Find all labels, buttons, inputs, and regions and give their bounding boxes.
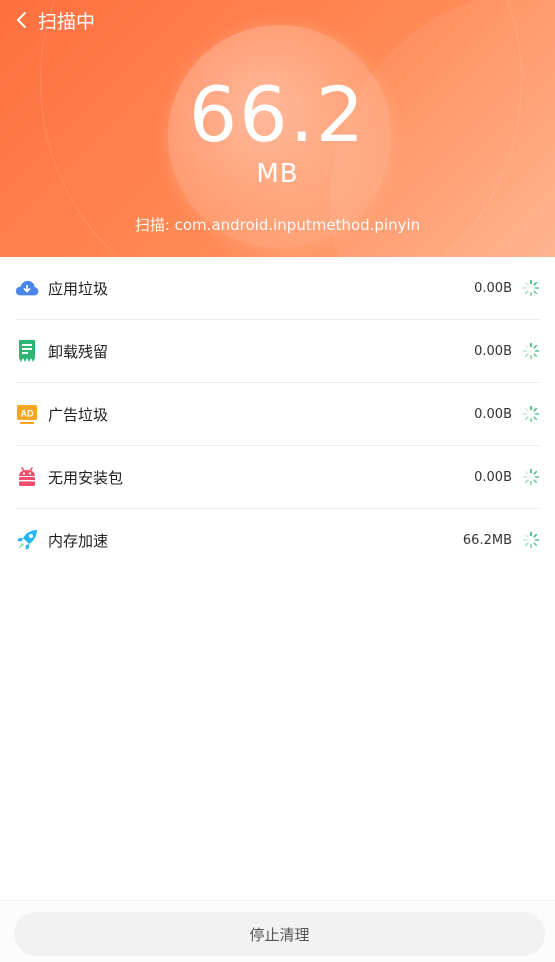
scan-status-text: 扫描: com.android.inputmethod.pinyin xyxy=(134,216,421,234)
item-size: 0.00B xyxy=(474,280,512,296)
list-item-ad-junk[interactable]: AD 广告垃圾 0.00B xyxy=(15,383,540,446)
item-label: 无用安装包 xyxy=(48,468,124,487)
android-package-icon xyxy=(15,465,39,489)
loading-spinner-icon xyxy=(522,279,540,297)
list-item-app-junk[interactable]: 应用垃圾 0.00B xyxy=(15,257,540,320)
loading-spinner-icon xyxy=(522,531,540,549)
page-title: 扫描中 xyxy=(38,10,96,33)
item-label: 内存加速 xyxy=(48,531,109,550)
footer-bar: 停止清理 xyxy=(0,900,555,962)
item-size: 0.00B xyxy=(474,343,512,359)
item-label: 应用垃圾 xyxy=(48,279,109,298)
item-size: 66.2MB xyxy=(462,532,512,548)
stop-clean-button[interactable]: 停止清理 xyxy=(14,912,545,956)
loading-spinner-icon xyxy=(522,468,540,486)
item-size: 0.00B xyxy=(474,406,512,422)
back-button[interactable] xyxy=(4,0,38,40)
ad-icon: AD xyxy=(15,402,39,426)
scanned-size-value: 66.2 xyxy=(188,70,367,159)
scan-category-list: 应用垃圾 0.00B 卸载残留 0.00B AD 广告垃圾 0.00B 无用安装… xyxy=(0,257,555,571)
svg-text:AD: AD xyxy=(21,409,34,419)
loading-spinner-icon xyxy=(522,405,540,423)
item-label: 广告垃圾 xyxy=(48,405,109,424)
cloud-download-icon xyxy=(15,276,39,300)
list-item-memory-boost[interactable]: 内存加速 66.2MB xyxy=(15,509,540,571)
rocket-icon xyxy=(15,528,39,552)
chevron-left-icon xyxy=(17,12,26,28)
item-label: 卸载残留 xyxy=(48,342,109,361)
item-size: 0.00B xyxy=(474,469,512,485)
loading-spinner-icon xyxy=(522,342,540,360)
scanned-size-unit: MB xyxy=(256,159,299,189)
list-item-useless-apk[interactable]: 无用安装包 0.00B xyxy=(15,446,540,509)
list-item-uninstall-residue[interactable]: 卸载残留 0.00B xyxy=(15,320,540,383)
scan-header: 扫描中 66.2 MB 扫描: com.android.inputmethod.… xyxy=(0,0,555,257)
residue-icon xyxy=(15,339,39,363)
